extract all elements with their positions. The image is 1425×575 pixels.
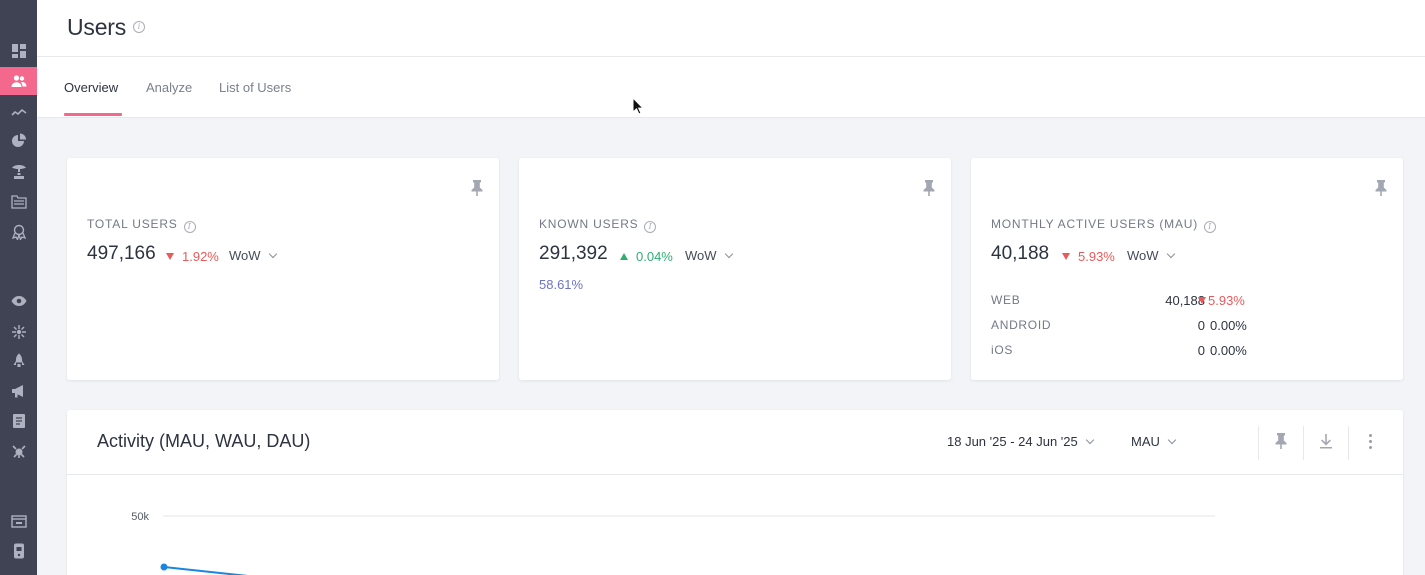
sidebar-item-integrations[interactable] (0, 437, 37, 465)
card-label: MONTHLY ACTIVE USERS (MAU) i (991, 217, 1217, 233)
sidebar-item-launch[interactable] (0, 347, 37, 375)
delta-badge: 5.93% (1062, 249, 1115, 264)
sidebar-item-segments[interactable] (0, 127, 37, 155)
info-icon[interactable]: i (183, 221, 196, 233)
pin-button[interactable] (922, 180, 936, 196)
platform-row-web: WEB 40,188 5.93% (991, 293, 1245, 308)
tab-overview[interactable]: Overview (64, 80, 118, 95)
chevron-down-icon (1166, 249, 1175, 259)
badge-icon (11, 224, 26, 240)
plug-icon (11, 445, 26, 458)
pin-button[interactable] (1374, 180, 1388, 196)
pin-icon (1275, 433, 1287, 449)
known-users-value: 291,392 (539, 243, 608, 264)
chevron-down-icon (268, 249, 277, 259)
mouse-cursor-icon (632, 97, 644, 115)
eye-icon (11, 296, 26, 306)
funnel-icon (11, 165, 26, 179)
total-users-card: TOTAL USERS i 497,166 1.92% WoW (67, 158, 499, 380)
activity-title: Activity (MAU, WAU, DAU) (97, 431, 311, 451)
mau-card: MONTHLY ACTIVE USERS (MAU) i 40,188 5.93%… (971, 158, 1403, 380)
pin-icon (923, 180, 935, 196)
sidebar-item-dashboard[interactable] (0, 37, 37, 65)
rocket-icon (13, 353, 24, 367)
pin-button[interactable] (470, 180, 484, 196)
date-range-dropdown[interactable]: 18 Jun '25 - 24 Jun '25 (947, 434, 1094, 449)
page-title: Users (67, 14, 127, 40)
download-button[interactable] (1318, 432, 1334, 450)
info-icon[interactable]: i (133, 21, 145, 33)
pin-icon (471, 180, 483, 196)
download-icon (1320, 434, 1332, 449)
report-icon (12, 414, 25, 428)
card-label: TOTAL USERS i (87, 217, 196, 233)
series-line (163, 566, 248, 575)
folders-icon (10, 195, 27, 209)
sidebar-item-users[interactable] (0, 67, 37, 95)
sidebar-item-views[interactable] (0, 287, 37, 315)
known-users-card: KNOWN USERS i 291,392 0.04% WoW 58.61% (519, 158, 951, 380)
data-point[interactable] (160, 563, 168, 571)
platform-row-ios: iOS 0 0.00% (991, 343, 1247, 358)
more-options-button[interactable] (1369, 434, 1373, 452)
info-icon[interactable]: i (1204, 221, 1217, 233)
sidebar-item-inbox[interactable] (0, 507, 37, 535)
down-arrow-icon (1198, 297, 1206, 304)
pie-chart-icon (11, 133, 26, 147)
divider (1258, 426, 1259, 460)
sidebar-item-mobile[interactable] (0, 537, 37, 565)
tab-analyze[interactable]: Analyze (146, 80, 192, 95)
divider (1303, 426, 1304, 460)
trends-icon (10, 108, 26, 116)
pin-icon (1375, 180, 1387, 196)
page-header: Users i (37, 0, 1425, 57)
chevron-down-icon (1167, 435, 1177, 445)
total-users-value: 497,166 (87, 243, 156, 264)
megaphone-icon (11, 385, 23, 398)
mobile-icon (13, 543, 24, 559)
sidebar-item-journeys[interactable] (0, 318, 37, 346)
down-arrow-icon (1062, 253, 1070, 260)
pin-button[interactable] (1273, 432, 1289, 450)
active-tab-indicator (64, 113, 122, 116)
sidebar-item-trends[interactable] (0, 98, 37, 126)
info-icon[interactable]: i (644, 221, 657, 233)
chevron-down-icon (1085, 435, 1094, 445)
down-arrow-icon (166, 253, 174, 260)
divider (1348, 426, 1349, 460)
delta-badge: 1.92% (166, 249, 219, 264)
known-users-percent[interactable]: 58.61% (539, 277, 583, 292)
activity-card: Activity (MAU, WAU, DAU) 18 Jun '25 - 24… (67, 410, 1403, 575)
mau-value: 40,188 (991, 243, 1050, 264)
inbox-icon (10, 515, 27, 528)
period-dropdown[interactable]: WoW (229, 248, 277, 263)
sidebar-item-broadcast[interactable] (0, 377, 37, 405)
card-label: KNOWN USERS i (539, 217, 657, 233)
sidebar (0, 0, 37, 575)
users-icon (11, 75, 26, 87)
delta-badge: 0.04% (620, 249, 673, 264)
period-dropdown[interactable]: WoW (685, 248, 733, 263)
y-tick-label: 50k (131, 511, 149, 523)
tab-bar: Overview Analyze List of Users (37, 57, 1425, 118)
metric-dropdown[interactable]: MAU (1131, 434, 1177, 449)
dashboard-icon (11, 44, 26, 58)
sparkle-icon (11, 325, 26, 339)
tab-list-of-users[interactable]: List of Users (219, 80, 291, 95)
sidebar-item-campaigns[interactable] (0, 188, 37, 216)
chevron-down-icon (724, 249, 733, 259)
period-dropdown[interactable]: WoW (1127, 248, 1175, 263)
platform-row-android: ANDROID 0 0.00% (991, 318, 1247, 333)
sidebar-item-badges[interactable] (0, 218, 37, 246)
activity-chart: 50k (131, 511, 1215, 575)
sidebar-item-funnels[interactable] (0, 158, 37, 186)
up-arrow-icon (620, 253, 628, 260)
sidebar-item-reports[interactable] (0, 407, 37, 435)
